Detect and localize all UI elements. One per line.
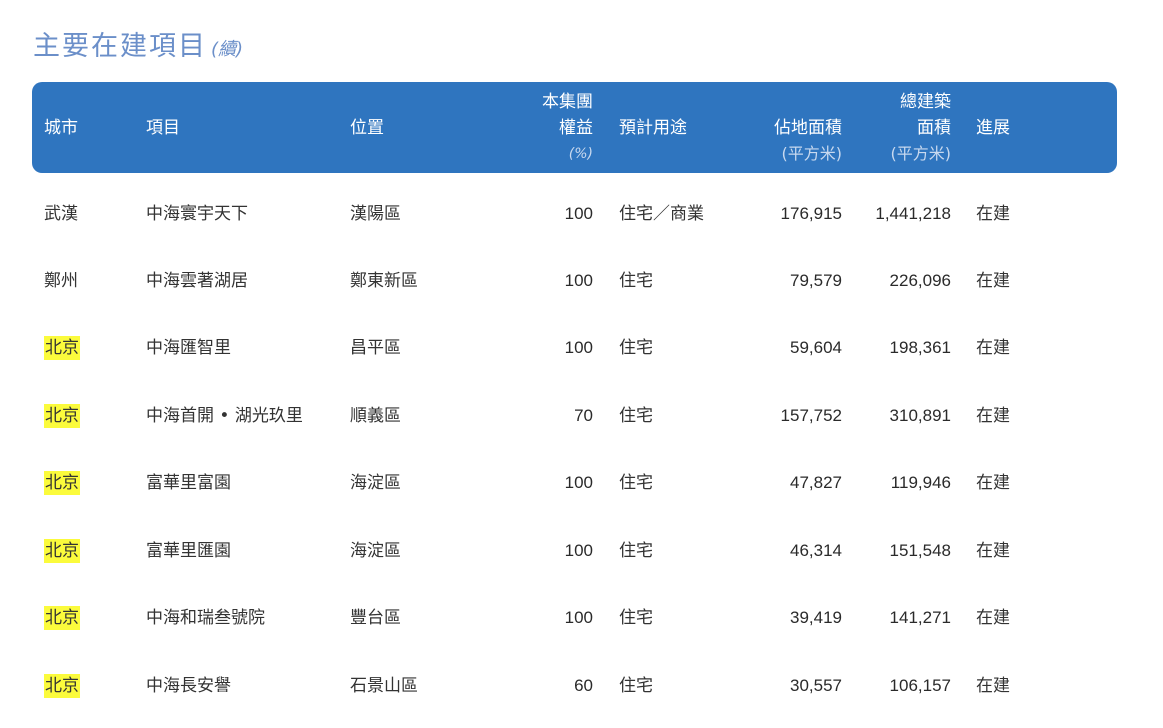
cell-gfa: 1,441,218 <box>875 204 951 223</box>
cell-project: 中海和瑞叁號院 <box>146 608 265 628</box>
cell-site-area: 46,314 <box>790 541 842 560</box>
table-row: 武漢 中海寰宇天下 漢陽區 100 住宅／商業 176,915 1,441,21… <box>32 194 1117 234</box>
cell-gfa: 106,157 <box>889 676 951 695</box>
cell-location: 順義區 <box>350 406 401 426</box>
highlighted-city: 北京 <box>44 674 80 698</box>
cell-project: 富華里富園 <box>146 473 231 493</box>
cell-site-area: 39,419 <box>790 608 842 627</box>
cell-location: 漢陽區 <box>350 204 401 224</box>
header-city: 城市 <box>44 117 78 138</box>
cell-gfa: 198,361 <box>889 338 951 357</box>
cell-progress: 在建 <box>976 271 1010 291</box>
cell-project: 中海首開 • 湖光玖里 <box>146 406 303 426</box>
cell-project: 中海長安譽 <box>146 676 231 696</box>
cell-city: 北京 <box>44 666 80 706</box>
header-location: 位置 <box>350 117 384 138</box>
cell-progress: 在建 <box>976 608 1010 628</box>
cell-interest: 100 <box>564 204 593 223</box>
cell-city: 鄭州 <box>44 271 78 291</box>
cell-location: 海淀區 <box>350 473 401 493</box>
cell-project: 中海匯智里 <box>146 338 231 358</box>
cell-site-area: 47,827 <box>790 473 842 492</box>
cell-progress: 在建 <box>976 406 1010 426</box>
cell-city: 北京 <box>44 531 80 571</box>
header-interest: 本集團 權益 (%) <box>542 91 593 162</box>
table-row: 北京 中海首開 • 湖光玖里 順義區 70 住宅 157,752 310,891… <box>32 396 1117 436</box>
page-title-suffix: (續) <box>211 39 244 60</box>
page-title: 主要在建項目 (續) <box>33 24 243 64</box>
table-header: 城市 項目 位置 本集團 權益 (%) 預計用途 佔地面積 (平方米) 總建築 … <box>32 82 1117 173</box>
header-site-area: 佔地面積 (平方米) <box>774 117 842 163</box>
cell-location: 鄭東新區 <box>350 271 418 291</box>
cell-usage: 住宅／商業 <box>619 204 704 224</box>
cell-usage: 住宅 <box>619 541 653 561</box>
table-row: 北京 中海長安譽 石景山區 60 住宅 30,557 106,157 在建 <box>32 666 1117 706</box>
cell-progress: 在建 <box>976 204 1010 224</box>
cell-interest: 100 <box>564 608 593 627</box>
cell-location: 石景山區 <box>350 676 418 696</box>
cell-city: 武漢 <box>44 204 78 224</box>
cell-project: 中海雲著湖居 <box>146 271 248 291</box>
header-progress: 進展 <box>976 117 1010 138</box>
cell-interest: 100 <box>564 473 593 492</box>
cell-city: 北京 <box>44 463 80 503</box>
cell-project: 中海寰宇天下 <box>146 204 248 224</box>
table-row: 北京 中海匯智里 昌平區 100 住宅 59,604 198,361 在建 <box>32 328 1117 368</box>
table-row: 北京 富華里匯園 海淀區 100 住宅 46,314 151,548 在建 <box>32 531 1117 571</box>
cell-progress: 在建 <box>976 541 1010 561</box>
cell-site-area: 176,915 <box>780 204 842 223</box>
cell-gfa: 226,096 <box>889 271 951 290</box>
cell-city: 北京 <box>44 396 80 436</box>
cell-interest: 100 <box>564 271 593 290</box>
table-row: 北京 富華里富園 海淀區 100 住宅 47,827 119,946 在建 <box>32 463 1117 503</box>
cell-location: 昌平區 <box>350 338 401 358</box>
cell-site-area: 157,752 <box>780 406 842 425</box>
cell-gfa: 119,946 <box>890 473 951 492</box>
cell-project: 富華里匯園 <box>146 541 231 561</box>
cell-location: 豐台區 <box>350 608 401 628</box>
highlighted-city: 北京 <box>44 404 80 428</box>
cell-site-area: 30,557 <box>790 676 842 695</box>
header-project: 項目 <box>146 117 180 138</box>
highlighted-city: 北京 <box>44 539 80 563</box>
cell-interest: 100 <box>564 541 593 560</box>
cell-site-area: 59,604 <box>790 338 842 357</box>
cell-gfa: 310,891 <box>889 406 951 425</box>
cell-interest: 60 <box>574 676 593 695</box>
page-title-main: 主要在建項目 <box>33 31 207 62</box>
cell-usage: 住宅 <box>619 676 653 696</box>
cell-usage: 住宅 <box>619 473 653 493</box>
cell-usage: 住宅 <box>619 406 653 426</box>
cell-usage: 住宅 <box>619 608 653 628</box>
cell-usage: 住宅 <box>619 271 653 291</box>
highlighted-city: 北京 <box>44 336 80 360</box>
header-usage: 預計用途 <box>619 117 687 138</box>
cell-progress: 在建 <box>976 338 1010 358</box>
table-row: 鄭州 中海雲著湖居 鄭東新區 100 住宅 79,579 226,096 在建 <box>32 261 1117 301</box>
highlighted-city: 北京 <box>44 606 80 630</box>
cell-gfa: 151,548 <box>889 541 951 560</box>
cell-site-area: 79,579 <box>790 271 842 290</box>
cell-city: 北京 <box>44 598 80 638</box>
cell-location: 海淀區 <box>350 541 401 561</box>
highlighted-city: 北京 <box>44 471 80 495</box>
cell-interest: 100 <box>564 338 593 357</box>
cell-usage: 住宅 <box>619 338 653 358</box>
header-gfa: 總建築 面積 (平方米) <box>890 91 952 163</box>
cell-interest: 70 <box>574 406 593 425</box>
cell-progress: 在建 <box>976 473 1010 493</box>
cell-city: 北京 <box>44 328 80 368</box>
cell-progress: 在建 <box>976 676 1010 696</box>
cell-gfa: 141,271 <box>889 608 951 627</box>
table-row: 北京 中海和瑞叁號院 豐台區 100 住宅 39,419 141,271 在建 <box>32 598 1117 638</box>
